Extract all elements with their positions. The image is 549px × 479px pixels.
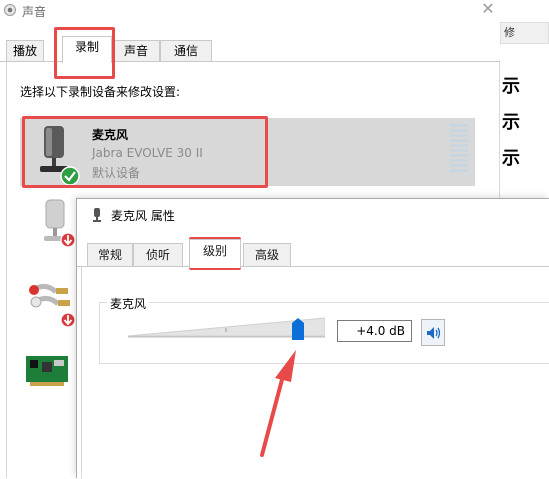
- tab-listen[interactable]: 侦听: [133, 243, 183, 267]
- tab-playback[interactable]: 播放: [6, 40, 44, 62]
- background-window-tab: 修: [500, 22, 549, 44]
- speaker-icon: [4, 4, 16, 16]
- device-row-microphone[interactable]: 麦克风 Jabra EVOLVE 30 II 默认设备: [20, 118, 475, 186]
- device-status: 默认设备: [92, 166, 141, 180]
- line-in-icon: [29, 284, 76, 328]
- levels-panel: [81, 267, 549, 479]
- sound-card-icon: [26, 356, 68, 386]
- group-label: 麦克风: [107, 295, 150, 312]
- tab-levels[interactable]: 级别: [189, 239, 241, 268]
- window-title: 声音: [22, 5, 47, 19]
- background-text: 示: [502, 148, 520, 169]
- properties-tab-strip: 常规 侦听 级别 高级: [77, 239, 549, 268]
- tab-strip: 播放 录制 声音 通信: [0, 36, 500, 63]
- tab-sounds[interactable]: 声音: [112, 40, 160, 62]
- green-check-icon: [60, 166, 80, 186]
- tab-advanced[interactable]: 高级: [243, 243, 291, 267]
- level-slider-thumb[interactable]: [292, 318, 304, 340]
- background-text: 示: [502, 76, 520, 97]
- close-button[interactable]: ✕: [478, 0, 498, 20]
- level-meter: [450, 124, 468, 172]
- mute-toggle-button[interactable]: [421, 319, 445, 346]
- background-text: 示: [502, 112, 520, 133]
- instruction-text: 选择以下录制设备来修改设置:: [20, 85, 181, 99]
- level-value-field[interactable]: +4.0 dB: [337, 320, 412, 342]
- tab-general[interactable]: 常规: [87, 243, 133, 267]
- tab-recording[interactable]: 录制: [62, 36, 112, 63]
- device-model: Jabra EVOLVE 30 II: [92, 146, 203, 160]
- properties-title: 麦克风 属性: [111, 209, 175, 223]
- device-name: 麦克风: [92, 128, 129, 142]
- title-bar: 声音 ✕: [0, 0, 500, 22]
- microphone-icon: [93, 208, 101, 222]
- microphone-icon: [44, 199, 76, 248]
- tab-communications[interactable]: 通信: [160, 40, 212, 62]
- volume-icon: [427, 327, 441, 339]
